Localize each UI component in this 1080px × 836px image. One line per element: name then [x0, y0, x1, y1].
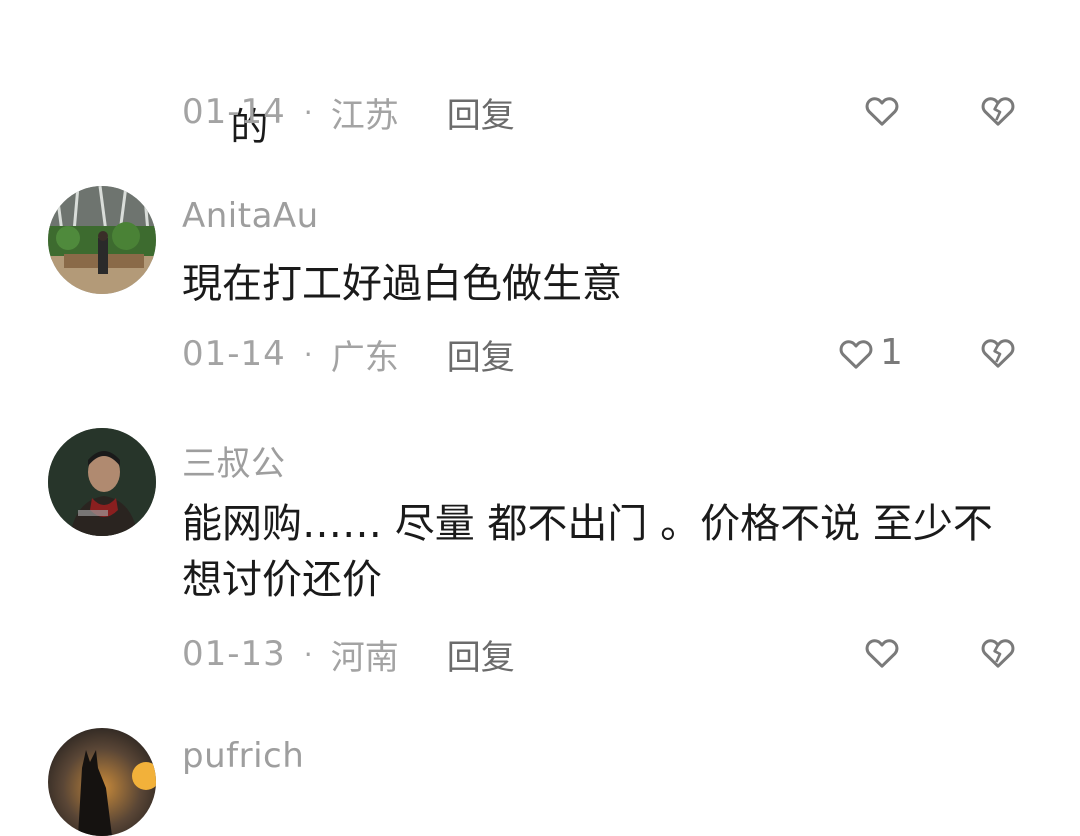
comment-date: 01-14 — [182, 92, 286, 132]
comment-text: 現在打工好過白色做生意 — [182, 261, 622, 307]
heart-outline-icon — [865, 639, 899, 668]
comment-meta: 01-13 · 河南 回复 — [182, 630, 1042, 679]
comment-region: 江苏 — [330, 95, 399, 136]
heart-outline-icon — [839, 339, 873, 369]
separator-dot: · — [303, 337, 313, 371]
comment-region: 广东 — [330, 337, 399, 378]
like-button[interactable] — [862, 632, 902, 672]
like-button[interactable] — [862, 90, 902, 130]
comment-text: 能网购…… 尽量 都不出门 。价格不说 至少不想讨价还价 — [182, 501, 993, 603]
separator-dot: · — [303, 637, 313, 671]
comment-username[interactable]: AnitaAu — [182, 196, 319, 236]
avatar[interactable] — [48, 728, 156, 836]
avatar[interactable] — [48, 186, 156, 294]
comment-meta: 01-14 · 江苏 回复 — [182, 88, 1042, 137]
separator-dot: · — [303, 95, 313, 129]
broken-heart-icon — [981, 339, 1015, 368]
like-button[interactable]: 1 — [836, 332, 903, 373]
avatar[interactable] — [48, 428, 156, 536]
heart-outline-icon — [865, 97, 899, 126]
broken-heart-icon — [981, 97, 1015, 126]
comment-username[interactable]: 三叔公 — [182, 436, 286, 485]
reply-button[interactable]: 回复 — [447, 88, 515, 137]
dislike-button[interactable] — [978, 632, 1018, 676]
dislike-button[interactable] — [978, 90, 1018, 134]
reply-button[interactable]: 回复 — [447, 630, 515, 679]
reply-button[interactable]: 回复 — [447, 330, 515, 379]
comment-username[interactable]: pufrich — [182, 736, 304, 776]
like-count: 1 — [880, 332, 903, 373]
dislike-button[interactable] — [978, 332, 1018, 376]
comment-date: 01-14 — [182, 334, 286, 374]
comment-date: 01-13 — [182, 634, 286, 674]
comment-region: 河南 — [330, 637, 399, 678]
broken-heart-icon — [981, 639, 1015, 668]
comment-meta: 01-14 · 广东 回复 — [182, 330, 1042, 379]
